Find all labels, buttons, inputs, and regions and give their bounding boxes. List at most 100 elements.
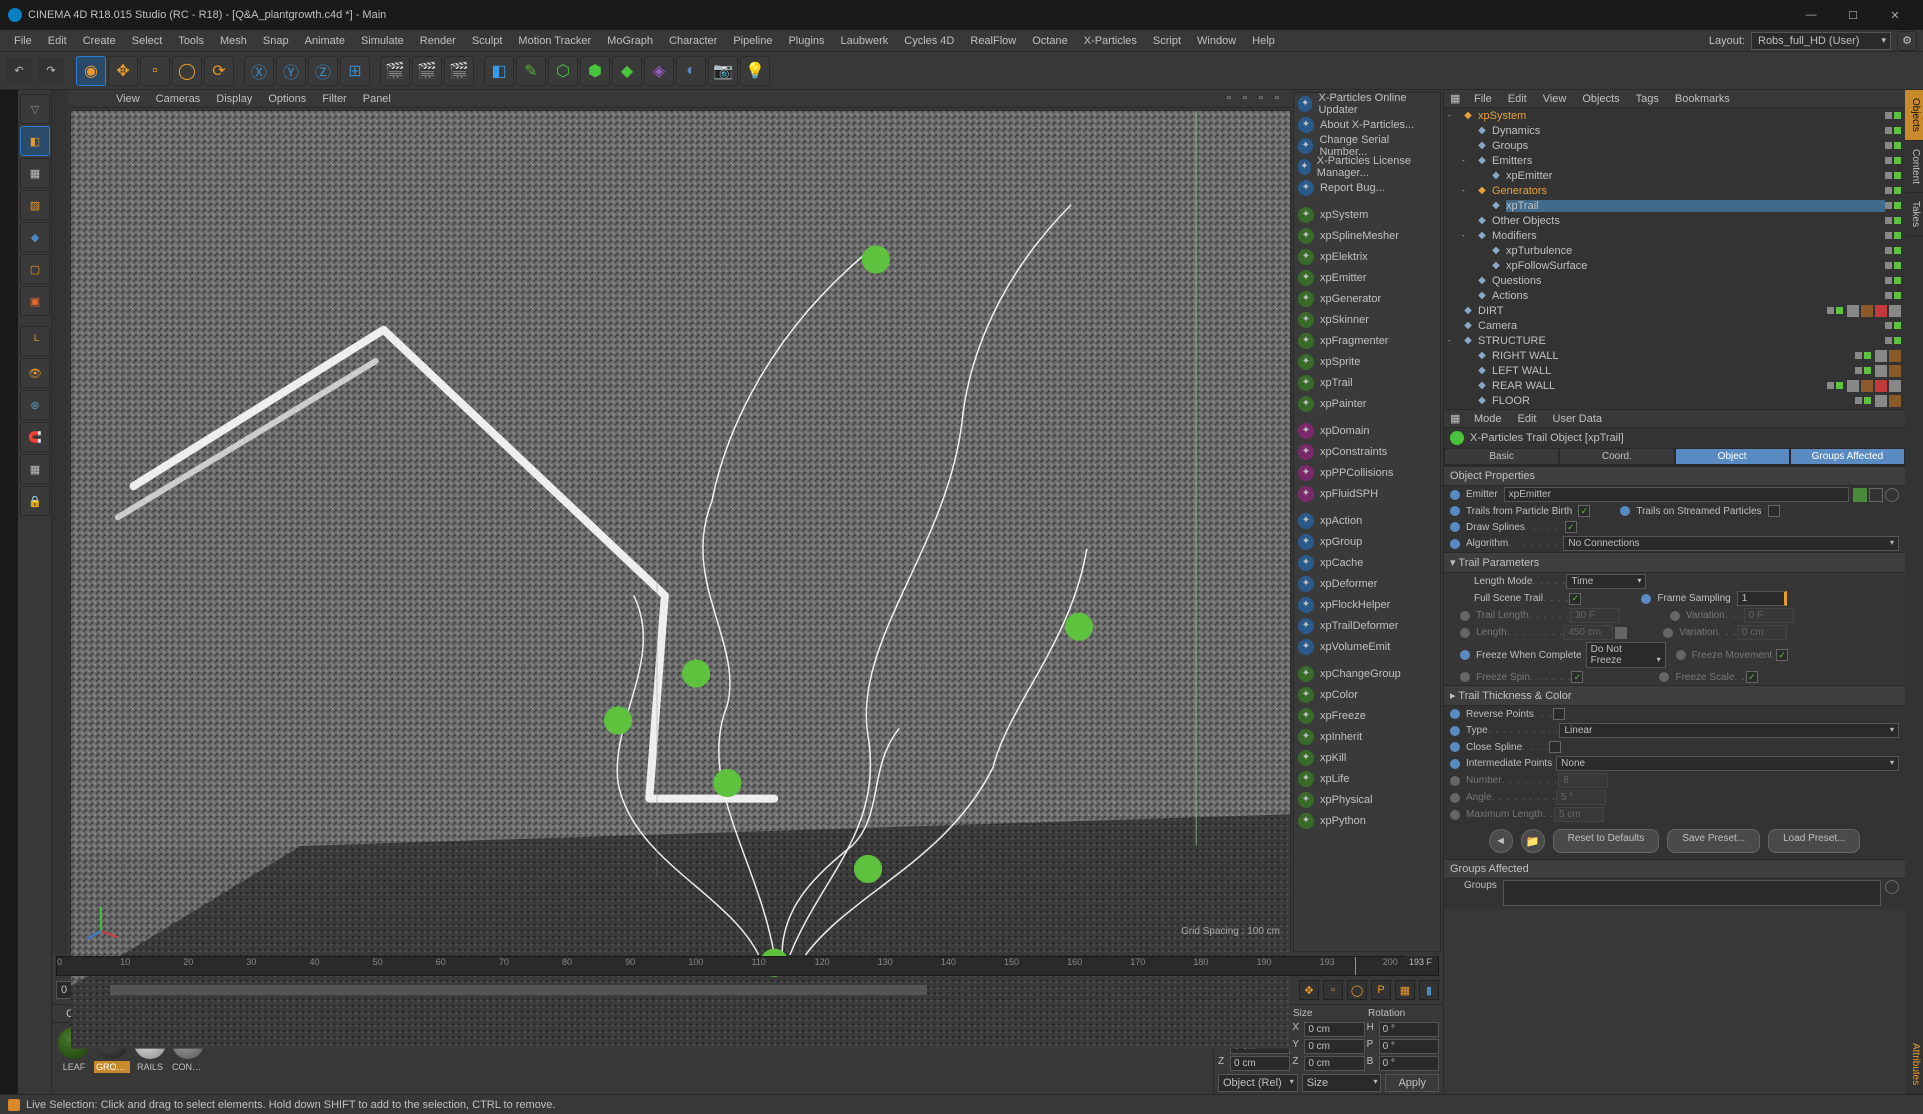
tree-visibility-dots[interactable] [1885, 187, 1901, 194]
preset-prev-button[interactable]: ◄ [1489, 829, 1513, 853]
make-editable-button[interactable]: ▽ [20, 94, 50, 124]
tree-visibility-dots[interactable] [1885, 262, 1901, 269]
full-scene-checkbox[interactable]: ✓ [1569, 593, 1581, 605]
maximize-button[interactable]: ☐ [1833, 1, 1873, 29]
xp-xpppcollisions[interactable]: ✦xpPPCollisions [1294, 462, 1440, 483]
xp-xpflockhelper[interactable]: ✦xpFlockHelper [1294, 594, 1440, 615]
takes-tab[interactable]: Takes [1905, 193, 1923, 236]
time-scrollbar[interactable] [110, 985, 927, 995]
pen-tool-button[interactable]: ✎ [516, 56, 546, 86]
attributes-tab[interactable]: Attributes [1905, 1035, 1923, 1094]
tree-xptrail[interactable]: ◆xpTrail [1444, 198, 1905, 213]
xp-xpdomain[interactable]: ✦xpDomain [1294, 420, 1440, 441]
emitter-clear-icon[interactable] [1885, 488, 1899, 502]
cube-primitive-button[interactable]: ◧ [484, 56, 514, 86]
tree-visibility-dots[interactable] [1885, 337, 1901, 344]
xp-xpemitter[interactable]: ✦xpEmitter [1294, 267, 1440, 288]
size-mode-dropdown[interactable]: Size [1302, 1074, 1382, 1092]
render-settings-button[interactable]: 🎬 [444, 56, 474, 86]
menu-window[interactable]: Window [1189, 32, 1244, 50]
last-tool[interactable]: ⟳ [204, 56, 234, 86]
render-region-button[interactable]: 🎬 [412, 56, 442, 86]
menu-simulate[interactable]: Simulate [353, 32, 412, 50]
texture-mode-button[interactable]: ▦ [20, 158, 50, 188]
freeze-complete-dropdown[interactable]: Do Not Freeze [1586, 642, 1666, 668]
tree-visibility-dots[interactable] [1855, 397, 1871, 404]
tree-xpemitter[interactable]: ◆xpEmitter [1444, 168, 1905, 183]
tree-expand-icon[interactable]: - [1462, 156, 1472, 165]
tree-visibility-dots[interactable] [1885, 127, 1901, 134]
menu-mesh[interactable]: Mesh [212, 32, 255, 50]
type-dropdown[interactable]: Linear [1559, 723, 1899, 738]
draw-splines-checkbox[interactable]: ✓ [1565, 521, 1577, 533]
attr-tab-object[interactable]: Object [1675, 448, 1790, 465]
tree-expand-icon[interactable]: - [1448, 111, 1458, 120]
trail-thickness-header[interactable]: ▸ Trail Thickness & Color [1444, 685, 1905, 706]
menu-script[interactable]: Script [1145, 32, 1189, 50]
rot-key-button[interactable]: ◯ [1347, 980, 1367, 1000]
tree-tags[interactable] [1847, 305, 1905, 317]
perspective-viewport[interactable]: Perspective [70, 110, 1291, 952]
om-menu-file[interactable]: File [1466, 90, 1500, 108]
tree-questions[interactable]: ◆Questions [1444, 273, 1905, 288]
xp-xpsprite[interactable]: ✦xpSprite [1294, 351, 1440, 372]
emitter-field[interactable]: xpEmitter [1504, 487, 1849, 502]
xp-xpvolumeemit[interactable]: ✦xpVolumeEmit [1294, 636, 1440, 657]
subdiv-button[interactable]: ◆ [612, 56, 642, 86]
xp-xpfreeze[interactable]: ✦xpFreeze [1294, 705, 1440, 726]
om-menu-bookmarks[interactable]: Bookmarks [1667, 90, 1738, 108]
tree-visibility-dots[interactable] [1885, 277, 1901, 284]
tree-visibility-dots[interactable] [1885, 217, 1901, 224]
tree-right-wall[interactable]: ◆RIGHT WALL [1444, 348, 1905, 363]
coord-input[interactable]: 0 ° [1379, 1039, 1439, 1054]
vp-config-icon-1[interactable]: ▫ [1227, 92, 1241, 106]
xp-xppainter[interactable]: ✦xpPainter [1294, 393, 1440, 414]
viewport-menu-filter[interactable]: Filter [314, 90, 354, 108]
trails-birth-checkbox[interactable]: ✓ [1578, 505, 1590, 517]
pos-key-button[interactable]: ✥ [1299, 980, 1319, 1000]
viewport-menu-options[interactable]: Options [260, 90, 314, 108]
magnet-button[interactable]: 🧲 [20, 422, 50, 452]
reset-defaults-button[interactable]: Reset to Defaults [1553, 829, 1660, 853]
tree-stairwell[interactable]: ◆STAIRWELL [1444, 408, 1905, 409]
attr-tab-basic[interactable]: Basic [1444, 448, 1559, 465]
viewport-menu-display[interactable]: Display [208, 90, 260, 108]
menu-select[interactable]: Select [124, 32, 171, 50]
tree-dirt[interactable]: ◆DIRT [1444, 303, 1905, 318]
xp-report-bug-[interactable]: ✦Report Bug... [1294, 177, 1440, 198]
scale-key-button[interactable]: ▫ [1323, 980, 1343, 1000]
xp-xppython[interactable]: ✦xpPython [1294, 810, 1440, 831]
tree-visibility-dots[interactable] [1885, 247, 1901, 254]
menu-help[interactable]: Help [1244, 32, 1283, 50]
groups-list[interactable] [1503, 880, 1881, 906]
deformer-button[interactable]: ◈ [644, 56, 674, 86]
close-spline-checkbox[interactable] [1549, 741, 1561, 753]
coord-input[interactable]: 0 cm [1304, 1056, 1364, 1071]
camera-button[interactable]: 📷 [708, 56, 738, 86]
tree-visibility-dots[interactable] [1885, 232, 1901, 239]
xp-xpgenerator[interactable]: ✦xpGenerator [1294, 288, 1440, 309]
move-tool[interactable]: ✥ [108, 56, 138, 86]
tree-expand-icon[interactable]: - [1462, 231, 1472, 240]
lock-button[interactable]: ▦ [20, 454, 50, 484]
axis-button[interactable]: └ [20, 326, 50, 356]
array-button[interactable]: ⬢ [580, 56, 610, 86]
menu-animate[interactable]: Animate [297, 32, 353, 50]
attr-grid-icon[interactable]: ▦ [1450, 412, 1466, 425]
tree-structure[interactable]: -◆STRUCTURE [1444, 333, 1905, 348]
coord-input[interactable]: 0 cm [1304, 1022, 1364, 1037]
save-preset-button[interactable]: Save Preset... [1667, 829, 1760, 853]
tree-camera[interactable]: ◆Camera [1444, 318, 1905, 333]
xp-xpaction[interactable]: ✦xpAction [1294, 510, 1440, 531]
tree-xpturbulence[interactable]: ◆xpTurbulence [1444, 243, 1905, 258]
xp-xpdeformer[interactable]: ✦xpDeformer [1294, 573, 1440, 594]
tree-visibility-dots[interactable] [1827, 382, 1843, 389]
axis-gizmo[interactable] [81, 901, 121, 941]
axis-z-button[interactable]: Ⓩ [308, 56, 338, 86]
tree-emitters[interactable]: -◆Emitters [1444, 153, 1905, 168]
vp-config-icon-2[interactable]: ▫ [1243, 92, 1257, 106]
tree-visibility-dots[interactable] [1885, 142, 1901, 149]
attr-menu-mode[interactable]: Mode [1466, 410, 1510, 428]
coord-input[interactable]: 0 ° [1379, 1056, 1439, 1071]
freeze-spin-checkbox[interactable]: ✓ [1571, 671, 1583, 683]
